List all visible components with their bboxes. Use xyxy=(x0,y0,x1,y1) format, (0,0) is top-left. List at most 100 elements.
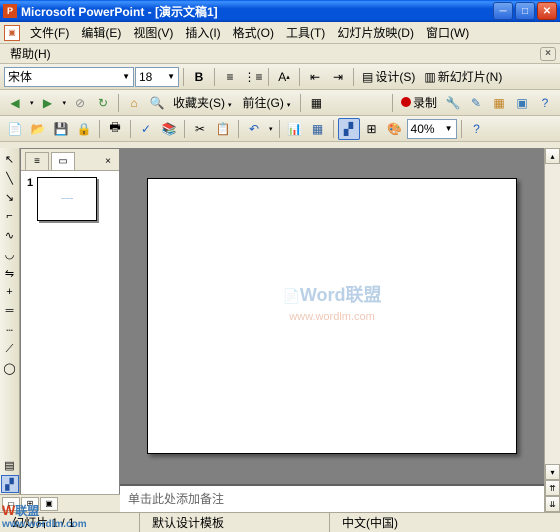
back-button[interactable]: ◀ xyxy=(4,92,26,114)
next-slide-button[interactable]: ⇊ xyxy=(545,496,560,512)
design-button[interactable]: ▤设计(S) xyxy=(358,68,419,85)
outline-tab[interactable]: ≡ xyxy=(25,152,49,170)
scroll-up-button[interactable]: ▴ xyxy=(545,148,560,164)
undo-dropdown[interactable]: ▾ xyxy=(267,125,275,133)
status-template: 默认设计模板 xyxy=(140,513,330,532)
plus-tool[interactable]: + xyxy=(1,283,19,301)
increase-font-button[interactable]: A▴ xyxy=(273,66,295,88)
rec-tool-3[interactable]: ▦ xyxy=(488,92,510,114)
favorites-button[interactable]: 收藏夹(S)▾ xyxy=(169,94,238,111)
scroll-track[interactable] xyxy=(545,164,560,464)
main-area: ↖ ╲ ↘ ⌐ ∿ ◡ ⇋ + ═ ┄ ⟋ ◯ ▤ ▞ ◧ ≡ ▭ × 1 ~~… xyxy=(0,148,560,512)
refresh-button[interactable]: ↻ xyxy=(92,92,114,114)
status-language[interactable]: 中文(中国) xyxy=(330,513,560,532)
freeform-tool[interactable]: ⟋ xyxy=(1,340,19,358)
scroll-down-button[interactable]: ▾ xyxy=(545,464,560,480)
zoom-dropdown[interactable]: 40%▼ xyxy=(407,119,457,139)
pane-close-button[interactable]: × xyxy=(101,156,115,170)
font-name: 宋体 xyxy=(8,68,32,85)
separator xyxy=(300,94,301,112)
rec-tool-2[interactable]: ✎ xyxy=(465,92,487,114)
separator xyxy=(268,68,269,86)
menu-format[interactable]: 格式(O) xyxy=(227,22,280,43)
home-button[interactable]: ⌂ xyxy=(123,92,145,114)
cut-button[interactable]: ✂ xyxy=(189,118,211,140)
menu-help[interactable]: 帮助(H) xyxy=(4,43,57,64)
stop-button[interactable]: ⊘ xyxy=(69,92,91,114)
slides-tab[interactable]: ▭ xyxy=(51,152,75,170)
flip-h-tool[interactable]: ⇋ xyxy=(1,264,19,282)
separator xyxy=(99,120,100,138)
font-dropdown[interactable]: 宋体▼ xyxy=(4,67,134,87)
semicircle-tool[interactable]: ◡ xyxy=(1,245,19,263)
record-button[interactable]: 录制 xyxy=(397,94,441,111)
formatting-toolbar: 宋体▼ 18▼ B ≡ ⋮≡ A▴ ⇤ ⇥ ▤设计(S) ▥新幻灯片(N) xyxy=(0,64,560,90)
fontsize-dropdown[interactable]: 18▼ xyxy=(135,67,179,87)
menu-slideshow[interactable]: 幻灯片放映(D) xyxy=(331,22,420,43)
show-only-web-button[interactable]: ▦ xyxy=(305,92,327,114)
notes-pane[interactable]: 单击此处添加备注 xyxy=(120,484,544,512)
chart-button[interactable]: 📊 xyxy=(284,118,306,140)
spellcheck-button[interactable]: ✓ xyxy=(135,118,157,140)
forward-button[interactable]: ▶ xyxy=(37,92,59,114)
rec-tool-1[interactable]: 🔧 xyxy=(442,92,464,114)
slide[interactable]: 📄Word联盟 www.wordlm.com xyxy=(147,178,517,454)
print-button[interactable]: 🖶 xyxy=(104,118,126,140)
minimize-button[interactable]: ─ xyxy=(493,2,513,20)
line-style-tool[interactable]: ═ xyxy=(1,302,19,320)
menu-view[interactable]: 视图(V) xyxy=(127,22,179,43)
menu-window[interactable]: 窗口(W) xyxy=(420,22,475,43)
increase-indent-button[interactable]: ⇥ xyxy=(327,66,349,88)
new-button[interactable]: 📄 xyxy=(4,118,26,140)
bullet-list-button[interactable]: ⋮≡ xyxy=(242,66,264,88)
close-button[interactable]: ✕ xyxy=(537,2,557,20)
save-button[interactable]: 💾 xyxy=(50,118,72,140)
undo-button[interactable]: ↶ xyxy=(243,118,265,140)
separator xyxy=(130,120,131,138)
table-button[interactable]: ▦ xyxy=(307,118,329,140)
line-tool[interactable]: ╲ xyxy=(1,169,19,187)
curve-tool[interactable]: ∿ xyxy=(1,226,19,244)
numbered-list-button[interactable]: ≡ xyxy=(219,66,241,88)
paste-button[interactable]: 📋 xyxy=(212,118,234,140)
menu-file[interactable]: 文件(F) xyxy=(24,22,75,43)
go-button[interactable]: 前往(G)▾ xyxy=(239,94,297,111)
standard-toolbar: 📄 📂 💾 🔒 🖶 ✓ 📚 ✂ 📋 ↶▾ 📊 ▦ ▞ ⊞ 🎨 40%▼ ? xyxy=(0,116,560,142)
formatting-toggle[interactable]: ▞ xyxy=(338,118,360,140)
slide-canvas[interactable]: 📄Word联盟 www.wordlm.com xyxy=(120,148,544,484)
decrease-indent-button[interactable]: ⇤ xyxy=(304,66,326,88)
color-button[interactable]: 🎨 xyxy=(384,118,406,140)
research-button[interactable]: 📚 xyxy=(158,118,180,140)
design-icon: ▤ xyxy=(362,70,373,84)
rec-help-button[interactable]: ? xyxy=(534,92,556,114)
arrow-tool[interactable]: ↘ xyxy=(1,188,19,206)
grid-button[interactable]: ⊞ xyxy=(361,118,383,140)
window-title: Microsoft PowerPoint - [演示文稿1] xyxy=(21,3,491,20)
permission-button[interactable]: 🔒 xyxy=(73,118,95,140)
connector-tool[interactable]: ⌐ xyxy=(1,207,19,225)
doc-icon[interactable]: ▣ xyxy=(4,25,20,41)
help-button[interactable]: ? xyxy=(466,118,488,140)
back-dropdown[interactable]: ▾ xyxy=(28,99,36,107)
mdi-close-button[interactable]: × xyxy=(540,47,556,61)
menu-insert[interactable]: 插入(I) xyxy=(179,22,226,43)
rec-tool-4[interactable]: ▣ xyxy=(511,92,533,114)
bold-button[interactable]: B xyxy=(188,66,210,88)
new-slide-button[interactable]: ▥新幻灯片(N) xyxy=(420,68,506,85)
open-button[interactable]: 📂 xyxy=(27,118,49,140)
select-tool[interactable]: ↖ xyxy=(1,150,19,168)
separator xyxy=(392,94,393,112)
drawing-menu[interactable]: ▤ xyxy=(1,456,19,474)
search-web-button[interactable]: 🔍 xyxy=(146,92,168,114)
forward-dropdown[interactable]: ▾ xyxy=(61,99,69,107)
dash-style-tool[interactable]: ┄ xyxy=(1,321,19,339)
outline-tabs: ≡ ▭ × xyxy=(21,149,119,171)
menu-edit[interactable]: 编辑(E) xyxy=(75,22,127,43)
thumb-number: 1 xyxy=(27,177,33,221)
slide-thumbnail-1[interactable]: 1 ~~~ xyxy=(27,177,113,221)
menu-tools[interactable]: 工具(T) xyxy=(280,22,331,43)
prev-slide-button[interactable]: ⇈ xyxy=(545,480,560,496)
text-format-tool[interactable]: ▞ xyxy=(1,475,19,493)
maximize-button[interactable]: □ xyxy=(515,2,535,20)
oval-tool[interactable]: ◯ xyxy=(1,359,19,377)
